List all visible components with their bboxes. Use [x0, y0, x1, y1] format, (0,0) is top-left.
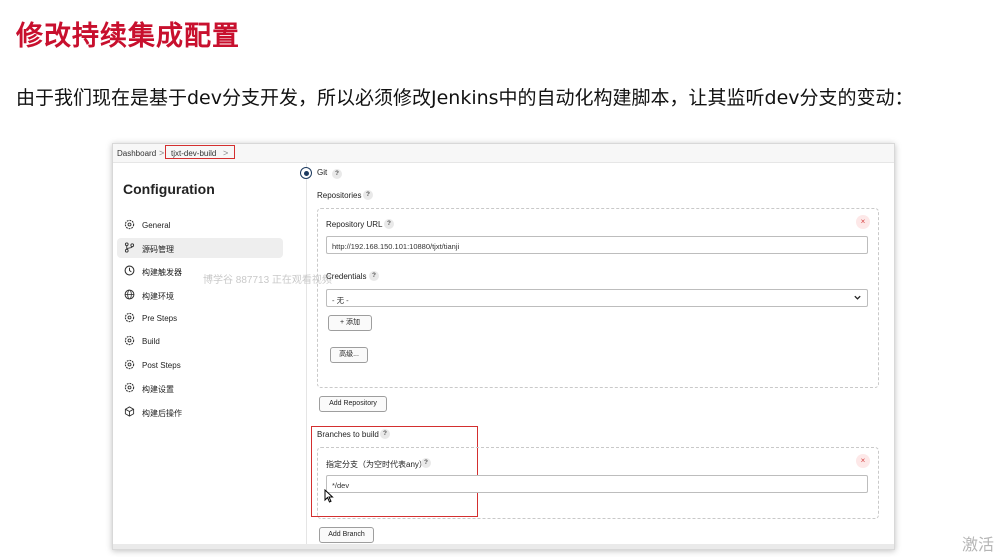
add-credentials-button[interactable]: + 添加 — [328, 315, 372, 331]
sidebar-item-general[interactable]: General — [117, 215, 283, 235]
gear-icon — [124, 312, 135, 323]
close-icon[interactable]: × — [856, 454, 870, 468]
credentials-value: - 无 - — [332, 296, 349, 305]
video-watermark: 博学谷 887713 正在观看视频 — [203, 275, 332, 286]
help-icon[interactable]: ? — [369, 271, 379, 281]
sidebar-item-post-steps[interactable]: Post Steps — [117, 355, 283, 375]
sidebar-item-build-settings[interactable]: 构建设置 — [117, 378, 283, 398]
add-branch-button[interactable]: Add Branch — [319, 527, 374, 543]
close-icon[interactable]: × — [856, 215, 870, 229]
clock-icon — [124, 265, 135, 276]
sidebar-item-pre-steps[interactable]: Pre Steps — [117, 308, 283, 328]
activation-watermark: 激活 — [961, 535, 994, 554]
repository-url-label: Repository URL — [326, 220, 383, 229]
help-icon[interactable]: ? — [332, 169, 342, 179]
sidebar-item-scm[interactable]: 源码管理 — [117, 238, 283, 258]
sidebar-item-label: 构建环境 — [142, 292, 174, 301]
repository-url-input[interactable]: http://192.168.150.101:10880/tjxt/tianji — [326, 236, 868, 254]
branch-panel: 指定分支（为空时代表any） ? × */dev — [317, 447, 879, 519]
repository-panel: Repository URL ? × http://192.168.150.10… — [317, 208, 879, 388]
chevron-right-icon: > — [159, 148, 165, 158]
sidebar-item-build-env[interactable]: 构建环境 — [117, 285, 283, 305]
credentials-label: Credentials — [326, 272, 367, 281]
sidebar-item-post-build[interactable]: 构建后操作 — [117, 402, 283, 422]
add-repository-button[interactable]: Add Repository — [319, 396, 387, 412]
breadcrumb-dashboard[interactable]: Dashboard — [117, 149, 156, 158]
help-icon[interactable]: ? — [384, 219, 394, 229]
section-divider — [306, 162, 307, 549]
gear-icon — [124, 219, 135, 230]
sidebar-item-label: 源码管理 — [142, 245, 174, 254]
globe-icon — [124, 289, 135, 300]
page-title: Configuration — [123, 181, 215, 197]
sidebar-item-label: Post Steps — [142, 361, 181, 370]
gear-icon — [124, 335, 135, 346]
sidebar-item-label: Pre Steps — [142, 314, 178, 323]
branch-spec-label: 指定分支（为空时代表any） — [326, 460, 427, 469]
horizontal-scrollbar[interactable] — [113, 544, 894, 549]
git-radio[interactable] — [300, 167, 312, 179]
breadcrumb-job-highlight[interactable]: tjxt-dev-build > — [165, 145, 235, 159]
breadcrumb-job[interactable]: tjxt-dev-build — [171, 149, 216, 158]
cursor-icon — [324, 489, 334, 503]
gear-icon — [124, 382, 135, 393]
branch-icon — [124, 242, 135, 253]
advanced-button[interactable]: 高级... — [330, 347, 368, 363]
repositories-label: Repositories — [317, 191, 362, 200]
help-icon[interactable]: ? — [421, 458, 431, 468]
sidebar-item-label: 构建设置 — [142, 385, 174, 394]
chevron-down-icon — [854, 295, 861, 300]
sidebar-item-label: 构建后操作 — [142, 409, 182, 418]
git-label: Git — [317, 168, 328, 177]
help-icon[interactable]: ? — [363, 190, 373, 200]
gear-icon — [124, 359, 135, 370]
jenkins-screenshot: Dashboard > tjxt-dev-build > Configurati… — [112, 143, 895, 550]
slide-title: 修改持续集成配置 — [16, 21, 240, 52]
sidebar-item-label: General — [142, 221, 171, 230]
branches-label: Branches to build — [317, 430, 379, 439]
add-credentials-label: 添加 — [346, 319, 361, 326]
plus-icon: + — [339, 319, 345, 326]
sidebar-item-label: Build — [142, 337, 160, 346]
sidebar-item-build[interactable]: Build — [117, 331, 283, 351]
chevron-right-icon: > — [223, 148, 229, 158]
slide-description: 由于我们现在是基于dev分支开发，所以必须修改Jenkins中的自动化构建脚本，… — [16, 87, 914, 109]
help-icon[interactable]: ? — [380, 429, 390, 439]
branch-spec-input[interactable]: */dev — [326, 475, 868, 493]
breadcrumb: Dashboard > tjxt-dev-build > — [113, 144, 894, 163]
credentials-select[interactable]: - 无 - — [326, 289, 868, 307]
sidebar-item-label: 构建触发器 — [142, 268, 182, 277]
cube-icon — [124, 406, 135, 417]
